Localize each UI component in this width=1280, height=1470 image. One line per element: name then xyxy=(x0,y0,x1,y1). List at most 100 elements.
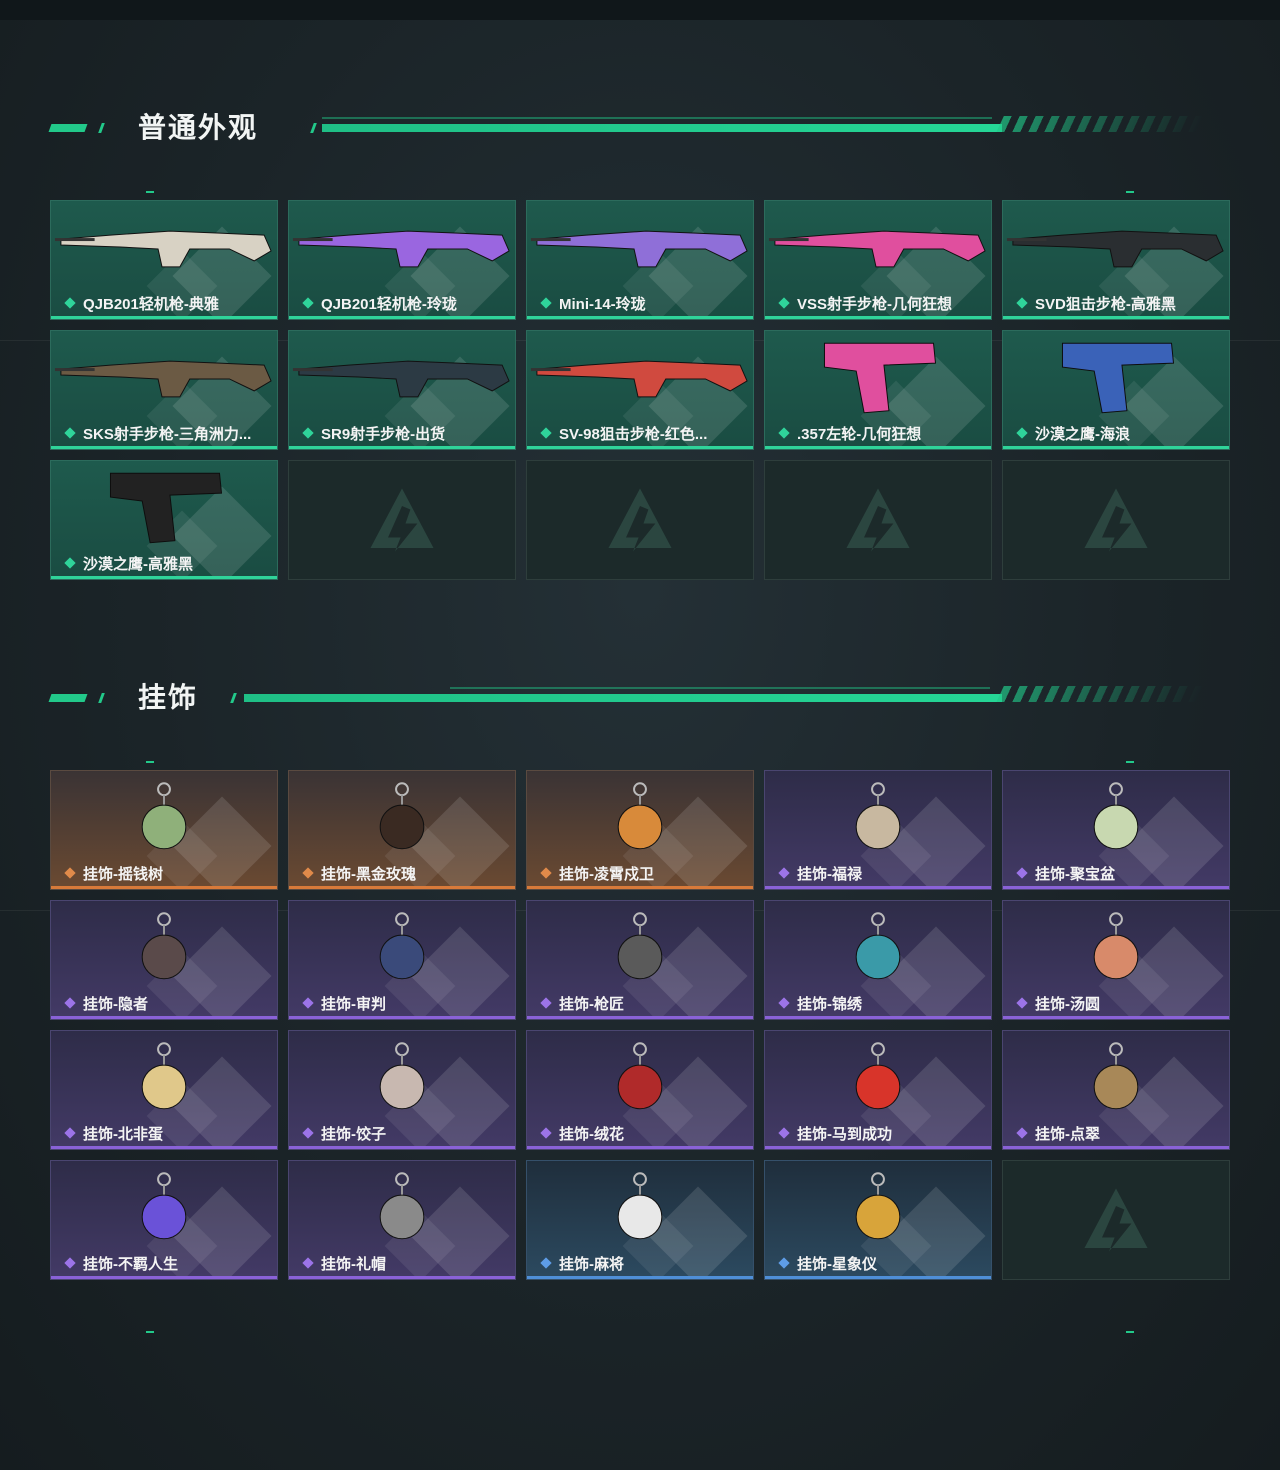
item-label: 挂饰-黑金玫瑰 xyxy=(301,863,416,883)
item-name: 挂饰-绒花 xyxy=(559,1125,624,1143)
item-label: 挂饰-隐者 xyxy=(63,993,148,1013)
item-name: 挂饰-北非蛋 xyxy=(83,1125,163,1143)
charm-card[interactable]: 挂饰-聚宝盆 xyxy=(1002,770,1230,890)
skin-card[interactable]: 沙漠之鹰-高雅黑 xyxy=(50,460,278,580)
revolver-skin-image xyxy=(823,342,937,414)
charm-image xyxy=(379,1172,425,1240)
charms-grid: 挂饰-摇钱树 挂饰-黑金玫瑰 挂饰-凌霄戍卫 挂饰-福禄 挂饰-聚宝盆挂饰-隐者 挂饰-审… xyxy=(50,770,1230,1280)
charm-card[interactable]: 挂饰-北非蛋 xyxy=(50,1030,278,1150)
skin-card[interactable]: VSS射手步枪-几何狂想 xyxy=(764,200,992,320)
header-dash xyxy=(48,124,88,132)
item-label: 沙漠之鹰-海浪 xyxy=(1015,423,1130,443)
skin-card[interactable]: QJB201轻机枪-典雅 xyxy=(50,200,278,320)
rarity-diamond-icon xyxy=(63,866,77,880)
skin-card[interactable]: QJB201轻机枪-玲珑 xyxy=(288,200,516,320)
rarity-strip xyxy=(289,446,515,449)
section-title: 普通外观 xyxy=(138,112,259,143)
skin-card[interactable]: 沙漠之鹰-海浪 xyxy=(1002,330,1230,450)
skins-grid: QJB201轻机枪-典雅 QJB201轻机枪-玲珑 Mini-14-玲珑 VSS射手步… xyxy=(50,200,1230,580)
charm-card[interactable]: 挂饰-隐者 xyxy=(50,900,278,1020)
corner-tick xyxy=(1126,1331,1134,1333)
skin-card[interactable]: SV-98狙击步枪-红色... xyxy=(526,330,754,450)
item-label: SR9射手步枪-出货 xyxy=(301,423,445,443)
rarity-strip xyxy=(765,1146,991,1149)
charm-image xyxy=(617,912,663,980)
header-dash xyxy=(48,694,88,702)
empty-slot-logo-icon xyxy=(370,488,434,552)
rarity-diamond-icon xyxy=(777,426,791,440)
rarity-strip xyxy=(51,1016,277,1019)
item-name: 挂饰-聚宝盆 xyxy=(1035,865,1115,883)
charm-card[interactable]: 挂饰-麻将 xyxy=(526,1160,754,1280)
charm-image xyxy=(1093,782,1139,850)
item-label: 挂饰-饺子 xyxy=(301,1123,386,1143)
rifle-skin-image xyxy=(292,230,510,268)
rarity-diamond-icon xyxy=(301,996,315,1010)
rarity-strip xyxy=(1003,886,1229,889)
charm-card[interactable]: 挂饰-饺子 xyxy=(288,1030,516,1150)
rarity-diamond-icon xyxy=(301,296,315,310)
empty-slot xyxy=(526,460,754,580)
pistol-skin-image xyxy=(109,472,223,544)
item-label: Mini-14-玲珑 xyxy=(539,293,646,313)
charm-card[interactable]: 挂饰-凌霄戍卫 xyxy=(526,770,754,890)
rifle-skin-image xyxy=(768,230,986,268)
item-label: 挂饰-枪匠 xyxy=(539,993,624,1013)
charm-image xyxy=(141,912,187,980)
charm-card[interactable]: 挂饰-黑金玫瑰 xyxy=(288,770,516,890)
charm-card[interactable]: 挂饰-汤圆 xyxy=(1002,900,1230,1020)
charm-card[interactable]: 挂饰-礼帽 xyxy=(288,1160,516,1280)
charm-image xyxy=(141,782,187,850)
charm-card[interactable]: 挂饰-点翠 xyxy=(1002,1030,1230,1150)
corner-tick xyxy=(146,1331,154,1333)
item-name: 挂饰-福禄 xyxy=(797,865,862,883)
charm-card[interactable]: 挂饰-不羁人生 xyxy=(50,1160,278,1280)
item-name: 挂饰-星象仪 xyxy=(797,1255,877,1273)
skin-card[interactable]: .357左轮-几何狂想 xyxy=(764,330,992,450)
skin-card[interactable]: SR9射手步枪-出货 xyxy=(288,330,516,450)
rarity-diamond-icon xyxy=(63,1256,77,1270)
rarity-diamond-icon xyxy=(63,996,77,1010)
charm-card[interactable]: 挂饰-福禄 xyxy=(764,770,992,890)
item-name: 挂饰-汤圆 xyxy=(1035,995,1100,1013)
item-name: 挂饰-黑金玫瑰 xyxy=(321,865,416,883)
item-label: 挂饰-北非蛋 xyxy=(63,1123,163,1143)
rarity-diamond-icon xyxy=(301,866,315,880)
charm-card[interactable]: 挂饰-审判 xyxy=(288,900,516,1020)
charm-image xyxy=(855,782,901,850)
charm-card[interactable]: 挂饰-星象仪 xyxy=(764,1160,992,1280)
rarity-diamond-icon xyxy=(777,1256,791,1270)
header-bar xyxy=(244,694,1002,702)
charm-image xyxy=(855,1172,901,1240)
rarity-diamond-icon xyxy=(1015,866,1029,880)
rarity-diamond-icon xyxy=(63,426,77,440)
item-label: 挂饰-绒花 xyxy=(539,1123,624,1143)
skin-card[interactable]: SVD狙击步枪-高雅黑 xyxy=(1002,200,1230,320)
item-label: SKS射手步枪-三角洲力... xyxy=(63,423,251,443)
rarity-diamond-icon xyxy=(301,1126,315,1140)
charm-image xyxy=(141,1172,187,1240)
rarity-strip xyxy=(51,1146,277,1149)
item-name: 挂饰-饺子 xyxy=(321,1125,386,1143)
item-name: SV-98狙击步枪-红色... xyxy=(559,425,708,443)
charm-card[interactable]: 挂饰-锦绣 xyxy=(764,900,992,1020)
charm-card[interactable]: 挂饰-绒花 xyxy=(526,1030,754,1150)
empty-slot-logo-icon xyxy=(846,488,910,552)
item-name: 挂饰-凌霄戍卫 xyxy=(559,865,654,883)
charm-card[interactable]: 挂饰-马到成功 xyxy=(764,1030,992,1150)
item-label: .357左轮-几何狂想 xyxy=(777,423,921,443)
item-label: 挂饰-马到成功 xyxy=(777,1123,892,1143)
skin-card[interactable]: SKS射手步枪-三角洲力... xyxy=(50,330,278,450)
rarity-strip xyxy=(527,446,753,449)
item-name: 挂饰-不羁人生 xyxy=(83,1255,178,1273)
charm-image xyxy=(855,912,901,980)
item-label: QJB201轻机枪-玲珑 xyxy=(301,293,457,313)
rarity-strip xyxy=(289,1146,515,1149)
item-label: 沙漠之鹰-高雅黑 xyxy=(63,553,193,573)
charm-card[interactable]: 挂饰-枪匠 xyxy=(526,900,754,1020)
header-checker xyxy=(996,686,1204,702)
header-bar-thin xyxy=(450,687,990,689)
skin-card[interactable]: Mini-14-玲珑 xyxy=(526,200,754,320)
charm-card[interactable]: 挂饰-摇钱树 xyxy=(50,770,278,890)
rarity-strip xyxy=(527,1146,753,1149)
